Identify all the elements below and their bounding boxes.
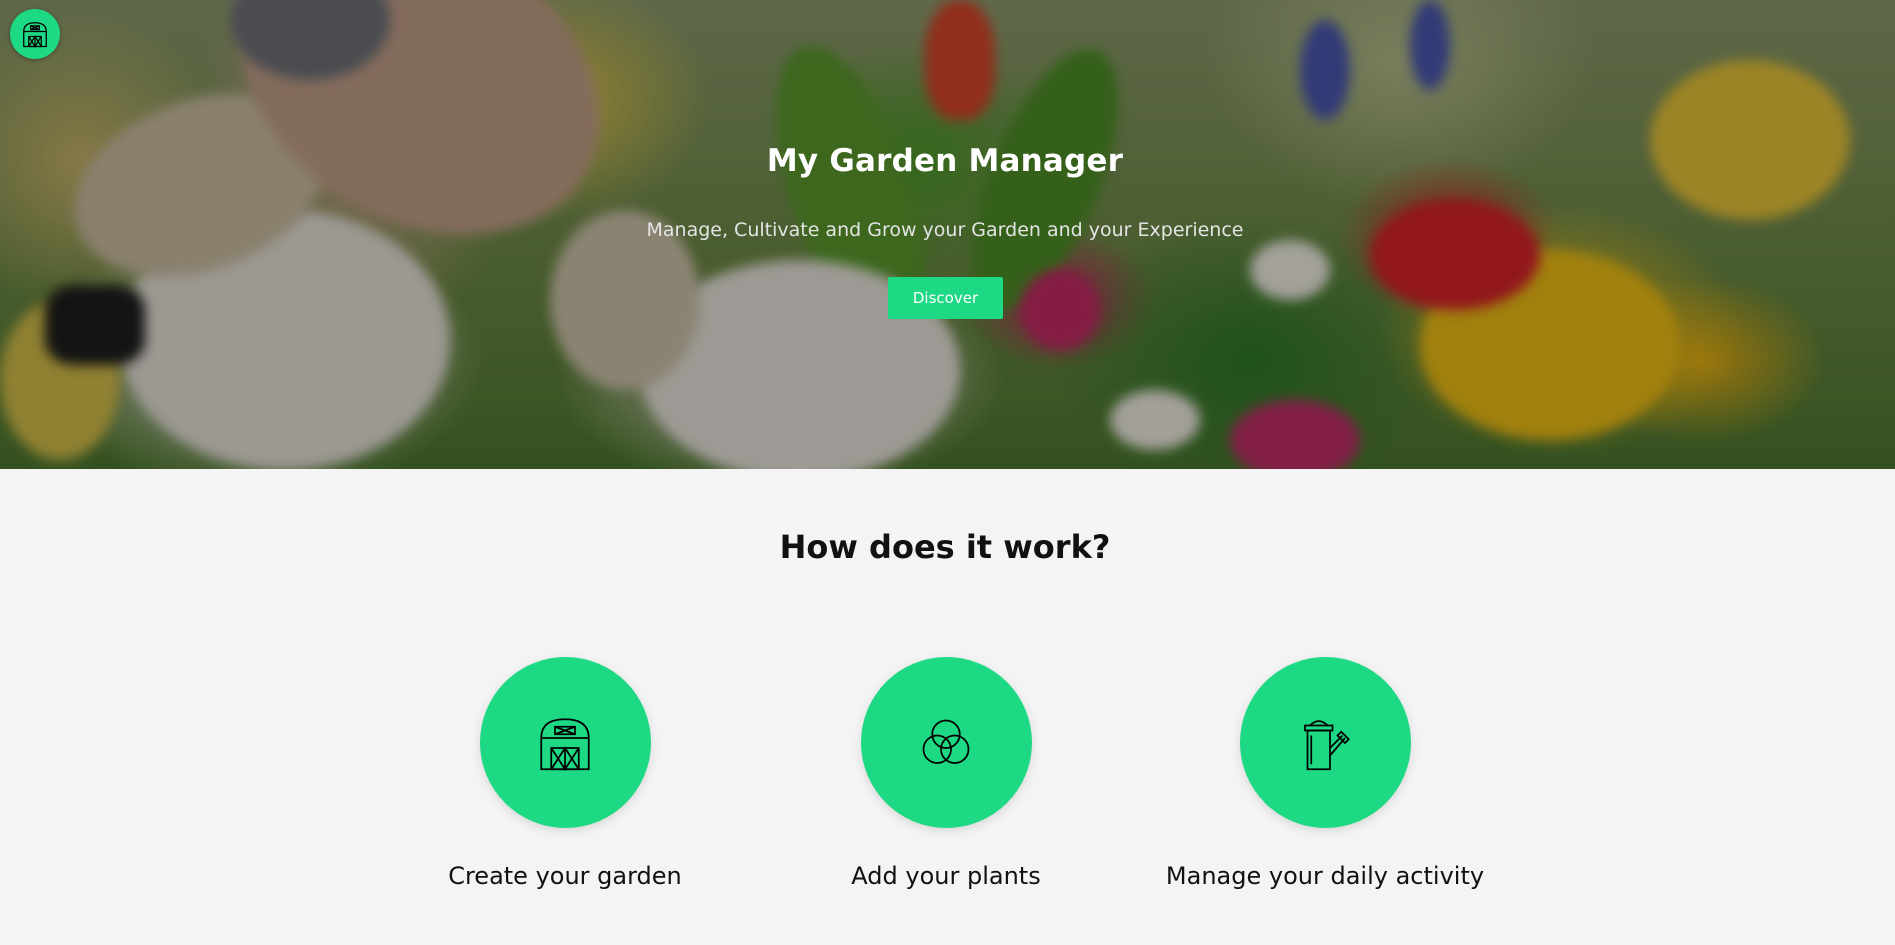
step-label: Manage your daily activity (1165, 862, 1485, 890)
hero-subtitle: Manage, Cultivate and Grow your Garden a… (646, 219, 1244, 241)
step-add-plants: Add your plants (786, 657, 1106, 890)
step-icon-circle (479, 657, 651, 828)
step-label: Create your garden (448, 862, 682, 890)
step-label: Add your plants (851, 862, 1041, 890)
logo-home-link[interactable] (10, 9, 60, 59)
barn-icon (20, 19, 50, 49)
overlapping-circles-icon (916, 713, 976, 773)
watering-can-icon (1295, 713, 1355, 773)
barn-icon (535, 713, 595, 773)
step-icon-circle (860, 657, 1032, 828)
how-it-works-title: How does it work? (779, 528, 1111, 566)
step-manage-activity: Manage your daily activity (1165, 657, 1485, 890)
hero-banner: My Garden Manager Manage, Cultivate and … (0, 0, 1895, 469)
step-create-garden: Create your garden (405, 657, 725, 890)
step-icon-circle (1239, 657, 1411, 828)
discover-button[interactable]: Discover (888, 277, 1003, 319)
hero-title: My Garden Manager (766, 143, 1124, 179)
